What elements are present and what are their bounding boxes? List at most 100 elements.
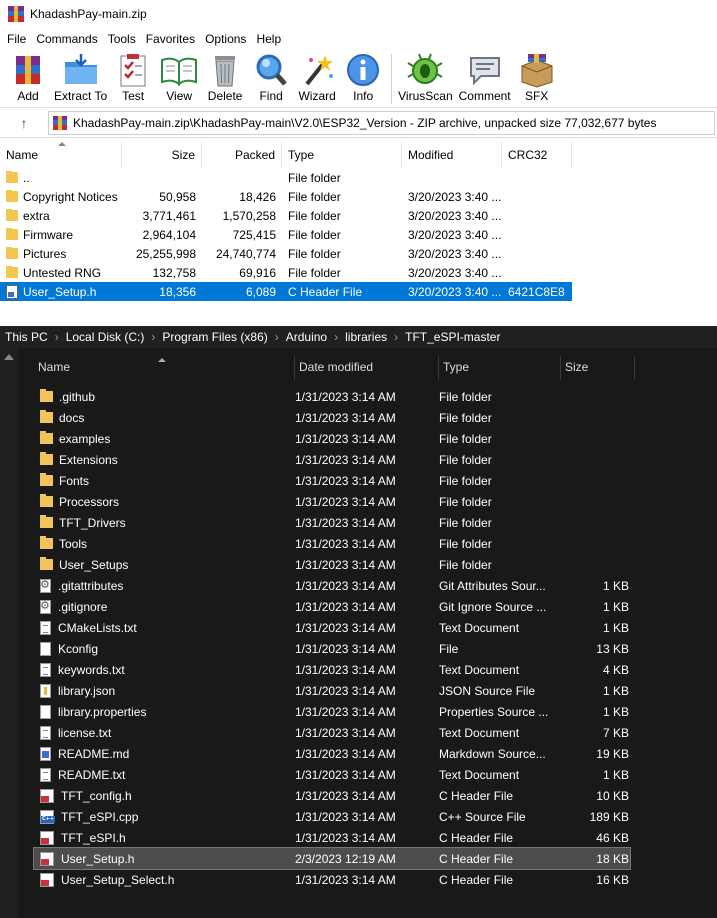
file-row[interactable]: Kconfig 1/31/2023 3:14 AM File 13 KB — [34, 638, 630, 659]
file-row-date: 1/31/2023 3:14 AM — [295, 809, 396, 824]
file-row[interactable]: User_Setup_Select.h 1/31/2023 3:14 AM C He… — [34, 869, 630, 890]
archive-icon — [53, 115, 67, 130]
file-row-date: 2/3/2023 12:19 AM — [295, 851, 396, 866]
info-button[interactable]: Info — [343, 52, 383, 103]
breadcrumb-tft-espi-master[interactable]: TFT_eSPI-master — [405, 330, 500, 344]
archive-row[interactable]: Pictures 25,255,998 24,740,774 File folder 3… — [0, 244, 717, 263]
column-size[interactable]: Size — [561, 356, 635, 380]
breadcrumb-program-files[interactable]: Program Files (x86) — [162, 330, 267, 344]
file-row[interactable]: library.properties 1/31/2023 3:14 AM Prope… — [34, 701, 630, 722]
file-row[interactable]: .github 1/31/2023 3:14 AM File folder — [34, 386, 630, 407]
file-row[interactable]: TFT_config.h 1/31/2023 3:14 AM C Header Fi… — [34, 785, 630, 806]
archive-row[interactable]: Untested RNG 132,758 69,916 File folder 3/20… — [0, 263, 717, 282]
archive-path-field[interactable]: KhadashPay-main.zip\KhadashPay-main\V2.0… — [48, 110, 715, 135]
header-file-icon — [6, 284, 18, 299]
menu-commands[interactable]: Commands — [31, 32, 102, 46]
view-button[interactable]: View — [159, 52, 199, 103]
sfx-button[interactable]: SFX — [517, 52, 557, 103]
column-type[interactable]: Type — [282, 142, 402, 168]
file-row[interactable]: README.txt 1/31/2023 3:14 AM Text Document… — [34, 764, 630, 785]
archive-row[interactable]: extra 3,771,461 1,570,258 File folder 3/20/2… — [0, 206, 717, 225]
up-arrow-icon[interactable]: ↑ — [0, 115, 48, 131]
file-row-type: File folder — [439, 473, 492, 488]
file-row-name: TFT_Drivers — [34, 515, 295, 530]
column-name-label: Name — [38, 360, 71, 374]
file-row[interactable]: Tools 1/31/2023 3:14 AM File folder — [34, 533, 630, 554]
file-row[interactable]: Extensions 1/31/2023 3:14 AM File folder — [34, 449, 630, 470]
view-book-icon — [159, 52, 199, 88]
file-row[interactable]: examples 1/31/2023 3:14 AM File folder — [34, 428, 630, 449]
breadcrumb-libraries[interactable]: libraries — [345, 330, 387, 344]
archive-row-name: .. — [0, 170, 122, 185]
extract-to-button[interactable]: Extract To — [54, 52, 107, 103]
column-crc32[interactable]: CRC32 — [502, 142, 572, 168]
file-row[interactable]: TFT_eSPI.h 1/31/2023 3:14 AM C Header File… — [34, 827, 630, 848]
archive-row-packed: 69,916 — [239, 265, 276, 280]
scroll-up-icon[interactable] — [4, 354, 14, 360]
comment-bubble-icon — [465, 52, 505, 88]
archive-row-modified: 3/20/2023 3:40 ... — [408, 246, 502, 261]
file-row[interactable]: .gitignore 1/31/2023 3:14 AM Git Ignore So… — [34, 596, 630, 617]
menu-help[interactable]: Help — [251, 32, 286, 46]
config-file-icon — [40, 578, 51, 593]
file-row-size: 1 KB — [602, 704, 629, 719]
file-row-size: 1 KB — [602, 767, 629, 782]
column-packed[interactable]: Packed — [202, 142, 282, 168]
virusscan-button[interactable]: VirusScan — [398, 52, 453, 103]
file-row-name: docs — [34, 410, 295, 425]
file-row[interactable]: keywords.txt 1/31/2023 3:14 AM Text Docume… — [34, 659, 630, 680]
delete-button[interactable]: Delete — [205, 52, 245, 103]
file-row-name-text: examples — [59, 431, 111, 446]
archive-row-crc32: 6421C8E8 — [508, 284, 565, 299]
column-type[interactable]: Type — [439, 356, 561, 380]
column-name[interactable]: Name — [34, 356, 295, 380]
add-button[interactable]: Add — [8, 52, 48, 103]
wizard-button[interactable]: Wizard — [297, 52, 337, 103]
archive-row[interactable]: Copyright Notices 50,958 18,426 File folder… — [0, 187, 717, 206]
file-row-date: 1/31/2023 3:14 AM — [295, 662, 396, 677]
file-row-type: Text Document — [439, 620, 520, 635]
file-row[interactable]: User_Setup.h 2/3/2023 12:19 AM C Header Fi… — [33, 847, 631, 870]
breadcrumb-local-disk[interactable]: Local Disk (C:) — [66, 330, 145, 344]
c-header-file-icon — [40, 851, 54, 866]
file-row-date: 1/31/2023 3:14 AM — [295, 767, 396, 782]
breadcrumb-arduino[interactable]: Arduino — [286, 330, 327, 344]
folder-icon — [6, 227, 18, 240]
file-row[interactable]: User_Setups 1/31/2023 3:14 AM File folder — [34, 554, 630, 575]
file-row-name-text: license.txt — [58, 725, 112, 740]
file-row[interactable]: library.json 1/31/2023 3:14 AM JSON Source… — [34, 680, 630, 701]
file-row[interactable]: CMakeLists.txt 1/31/2023 3:14 AM Text Docu… — [34, 617, 630, 638]
file-row-name-text: User_Setups — [59, 557, 129, 572]
archive-row-size: 3,771,461 — [142, 208, 196, 223]
archive-row[interactable]: Firmware 2,964,104 725,415 File folder 3/20/… — [0, 225, 717, 244]
column-date-modified[interactable]: Date modified — [295, 356, 439, 380]
file-row[interactable]: .gitattributes 1/31/2023 3:14 AM Git Attri… — [34, 575, 630, 596]
nav-pane-scrollbar[interactable] — [0, 348, 18, 918]
column-size[interactable]: Size — [122, 142, 202, 168]
file-row-date: 1/31/2023 3:14 AM — [295, 515, 396, 530]
find-button[interactable]: Find — [251, 52, 291, 103]
file-row-date: 1/31/2023 3:14 AM — [295, 599, 396, 614]
file-row[interactable]: TFT_Drivers 1/31/2023 3:14 AM File folder — [34, 512, 630, 533]
file-row[interactable]: Fonts 1/31/2023 3:14 AM File folder — [34, 470, 630, 491]
menu-tools[interactable]: Tools — [103, 32, 141, 46]
column-modified[interactable]: Modified — [402, 142, 502, 168]
breadcrumb-this-pc[interactable]: This PC — [5, 330, 48, 344]
archive-row-modified: 3/20/2023 3:40 ... — [408, 227, 502, 242]
archive-row[interactable]: .. File folder — [0, 168, 717, 187]
menu-file[interactable]: File — [2, 32, 31, 46]
comment-button[interactable]: Comment — [459, 52, 511, 103]
archive-row[interactable]: User_Setup.h 18,356 6,089 C Header File 3/20… — [0, 282, 572, 301]
file-row-date: 1/31/2023 3:14 AM — [295, 746, 396, 761]
menu-options[interactable]: Options — [200, 32, 251, 46]
file-row[interactable]: license.txt 1/31/2023 3:14 AM Text Documen… — [34, 722, 630, 743]
file-row[interactable]: Processors 1/31/2023 3:14 AM File folder — [34, 491, 630, 512]
menu-favorites[interactable]: Favorites — [141, 32, 200, 46]
folder-icon — [40, 515, 53, 528]
info-icon — [343, 52, 383, 88]
file-row[interactable]: README.md 1/31/2023 3:14 AM Markdown Sourc… — [34, 743, 630, 764]
file-row-type: JSON Source File — [439, 683, 536, 698]
file-row[interactable]: docs 1/31/2023 3:14 AM File folder — [34, 407, 630, 428]
test-button[interactable]: Test — [113, 52, 153, 103]
file-row[interactable]: TFT_eSPI.cpp 1/31/2023 3:14 AM C++ Source … — [34, 806, 630, 827]
